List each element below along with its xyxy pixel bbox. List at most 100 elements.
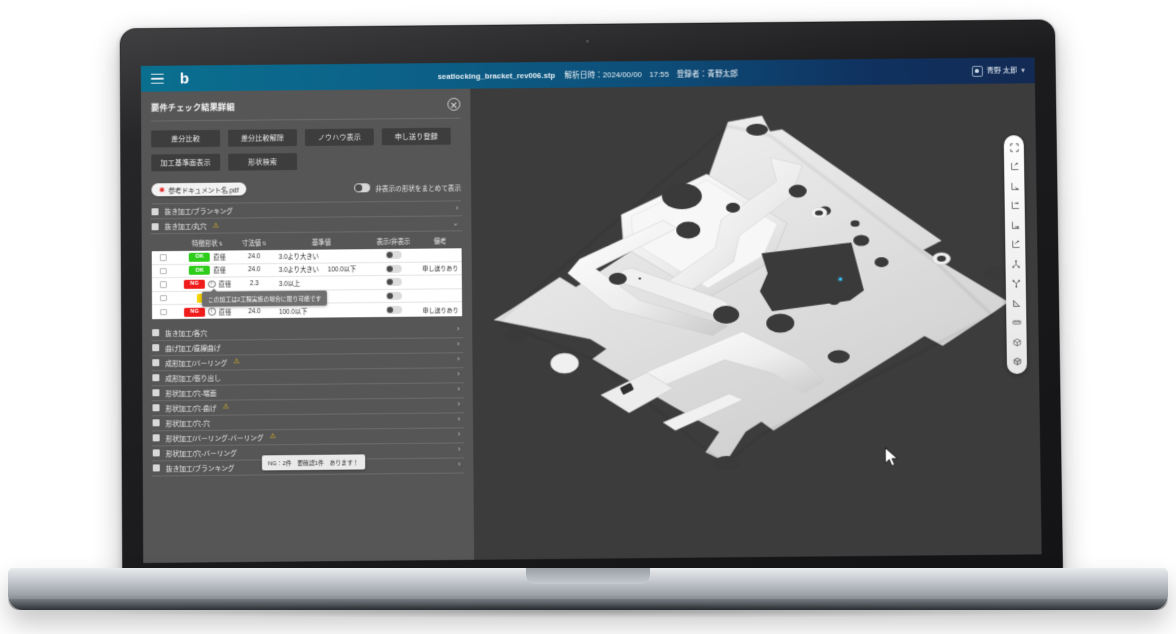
accordion-item-round-hole[interactable]: 抜き加工/丸穴 ⚠ ⌄ <box>150 216 463 235</box>
checkbox[interactable] <box>152 464 160 472</box>
axis-tripod-icon[interactable] <box>1007 256 1023 272</box>
seatlocking-bracket-3d-model <box>470 83 1041 560</box>
group-hidden-shapes-toggle[interactable]: 非表示の形状をまとめて表示 <box>354 182 461 193</box>
status-badge: NG <box>184 279 206 289</box>
3d-model-viewer[interactable] <box>470 83 1042 560</box>
display-toggle-cell <box>368 291 419 301</box>
close-icon[interactable] <box>447 97 461 111</box>
bracket-body <box>492 113 1010 464</box>
requirement-check-panel: 要件チェック結果詳細 差分比較 差分比較解除 ノウハウ表示 申し送り登録 加工基… <box>140 88 475 563</box>
reference-document-chip[interactable]: 参考ドキュメント名.pdf <box>151 182 247 197</box>
criteria-cell: 3.0以上 <box>275 278 369 288</box>
checkbox[interactable] <box>152 434 160 442</box>
view-top-icon[interactable] <box>1007 236 1023 252</box>
laptop-lid: b seatlocking_bracket_rev006.stp 解析日時：20… <box>119 19 1063 581</box>
toggle-switch[interactable] <box>354 183 371 193</box>
chevron-right-icon: › <box>456 341 460 349</box>
row-checkbox-cell <box>159 267 181 275</box>
chevron-right-icon: › <box>457 371 460 379</box>
sort-icon: ⇅ <box>218 241 223 248</box>
warning-icon: ⚠ <box>233 358 240 366</box>
shape-search-button[interactable]: 形状検索 <box>228 153 298 171</box>
fit-to-screen-icon[interactable] <box>1006 139 1022 155</box>
view-front-icon[interactable] <box>1006 159 1022 175</box>
checkbox[interactable] <box>151 222 159 230</box>
note-value: 申し送りあり <box>422 307 459 315</box>
page-title: 要件チェック結果詳細 <box>151 102 235 113</box>
view-left-icon[interactable] <box>1007 197 1023 213</box>
checkbox[interactable] <box>152 404 160 412</box>
checkbox[interactable] <box>152 329 160 337</box>
accordion-label: 形状加工/バーリング-バーリング <box>165 435 264 444</box>
machining-datum-button[interactable]: 加工基準面表示 <box>151 153 221 172</box>
row-checkbox[interactable] <box>159 254 167 261</box>
shape-cell: OK 直径 <box>181 266 234 276</box>
display-toggle-cell <box>369 305 420 315</box>
shape-value: 直径 <box>218 281 232 289</box>
shape-cell: NG i 直径 <box>181 307 234 317</box>
webcam-icon <box>584 38 591 45</box>
checkbox[interactable] <box>152 419 160 427</box>
column-header-shape[interactable]: 特徴形状⇅ <box>181 238 234 248</box>
row-checkbox[interactable] <box>159 281 167 288</box>
row-tooltip: この加工は2工程実施の場合に限り可能です <box>201 290 328 307</box>
ruler-measure-icon[interactable] <box>1008 314 1024 330</box>
info-icon[interactable]: i <box>208 308 216 316</box>
row-checkbox[interactable] <box>159 294 167 302</box>
accordion-label: 成形加工/バーリング <box>165 360 228 369</box>
knowhow-display-button[interactable]: ノウハウ表示 <box>304 128 374 147</box>
view-right-icon[interactable] <box>1007 217 1023 233</box>
hamburger-icon[interactable] <box>150 73 164 84</box>
app-logo: b <box>179 69 189 87</box>
handover-register-button[interactable]: 申し送り登録 <box>381 127 451 146</box>
info-icon[interactable]: i <box>208 280 216 288</box>
warning-icon: ⚠ <box>269 433 276 441</box>
diff-compare-clear-button[interactable]: 差分比較解除 <box>228 129 297 147</box>
document-toggle-row: 参考ドキュメント名.pdf 非表示の形状をまとめて表示 <box>150 174 462 203</box>
display-toggle[interactable] <box>385 264 402 273</box>
display-toggle[interactable] <box>385 251 402 260</box>
file-name: seatlocking_bracket_rev006.stp <box>437 70 556 81</box>
highlight-marker <box>838 277 842 281</box>
checkbox[interactable] <box>152 374 160 382</box>
viewer-toolbar <box>1003 135 1028 374</box>
axis-tripod-alt-icon[interactable] <box>1008 275 1024 291</box>
column-header-criteria: 基準値 <box>311 239 331 247</box>
accordion-label: 抜き加工/各穴 <box>165 330 208 339</box>
screenshot-stage: b seatlocking_bracket_rev006.stp 解析日時：20… <box>0 0 1176 634</box>
checkbox[interactable] <box>151 207 159 215</box>
results-table: 特徴形状⇅ 寸法値⇅ 基準値 表示/非表示 備考 OK 直径 24.0 3.0よ… <box>151 231 463 322</box>
reference-document-label: 参考ドキュメント名.pdf <box>168 187 239 195</box>
box-wireframe-icon[interactable] <box>1009 334 1025 350</box>
laptop-screen: b seatlocking_bracket_rev006.stp 解析日時：20… <box>140 57 1042 563</box>
column-header-display: 表示/非表示 <box>376 238 411 247</box>
column-header-dimension[interactable]: 寸法値⇅ <box>234 238 275 247</box>
display-toggle[interactable] <box>385 278 402 287</box>
row-checkbox[interactable] <box>160 308 167 316</box>
checkbox[interactable] <box>152 449 160 457</box>
checkbox[interactable] <box>152 389 160 397</box>
accordion-top-group: 抜き加工/ブランキング › 抜き加工/丸穴 ⚠ ⌄ <box>150 201 463 235</box>
action-button-row-2: 加工基準面表示 形状検索 <box>151 151 461 172</box>
dimension-value: 24.0 <box>248 266 261 274</box>
hole-tab-right <box>983 266 1008 281</box>
status-badge: OK <box>189 266 211 276</box>
box-solid-icon[interactable] <box>1009 353 1025 369</box>
display-toggle[interactable] <box>385 305 402 315</box>
accordion-label: 形状加工/穴-バーリング <box>165 450 237 459</box>
sort-icon: ⇅ <box>262 241 267 248</box>
display-toggle[interactable] <box>385 291 402 301</box>
view-back-icon[interactable] <box>1006 178 1022 194</box>
angle-measure-icon[interactable] <box>1008 295 1024 311</box>
row-checkbox[interactable] <box>159 267 167 275</box>
checkbox[interactable] <box>152 359 160 367</box>
user-name: 青野 太郎 <box>986 65 1018 75</box>
row-checkbox-cell <box>160 308 181 316</box>
criteria-value-2: 100.0以下 <box>327 266 357 274</box>
warning-icon: ⚠ <box>212 222 219 230</box>
shape-value: 直径 <box>218 309 232 317</box>
user-menu[interactable]: 青野 太郎 ▾ <box>971 65 1025 77</box>
diff-compare-button[interactable]: 差分比較 <box>151 129 221 148</box>
laptop-shadow <box>60 604 1116 618</box>
checkbox[interactable] <box>152 344 160 352</box>
